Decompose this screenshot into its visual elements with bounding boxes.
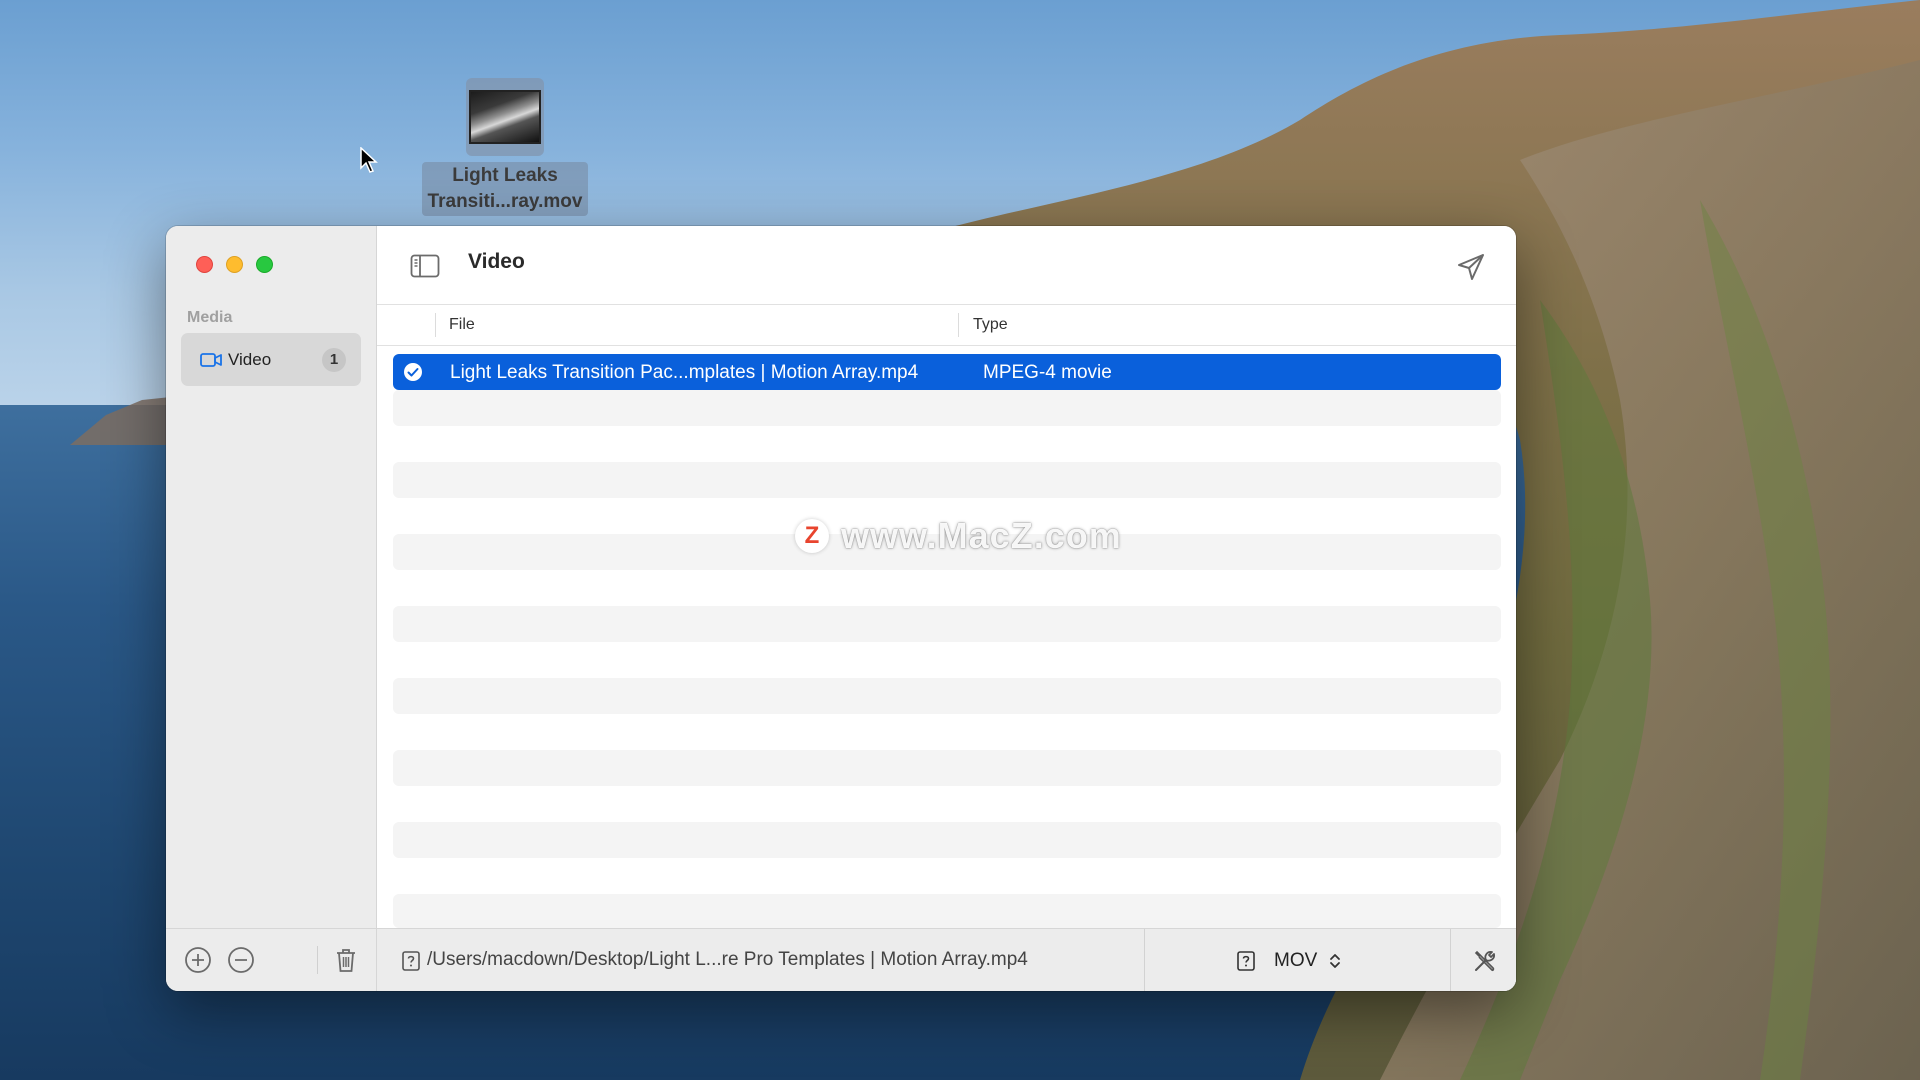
video-thumbnail-icon <box>469 90 541 144</box>
file-thumbnail-frame <box>466 78 544 156</box>
sidebar-item-video[interactable]: Video 1 <box>181 333 361 386</box>
desktop-file-icon[interactable]: Light Leaks Transiti...ray.mov <box>420 78 590 216</box>
up-down-chevron-icon <box>1330 954 1341 968</box>
watermark-logo: Z <box>795 519 829 553</box>
sidebar-section-label: Media <box>187 309 233 326</box>
toolbar: Video <box>377 226 1516 305</box>
table-row[interactable]: Light Leaks Transition Pac...mplates | M… <box>393 354 1501 390</box>
minimize-window-button[interactable] <box>226 256 243 273</box>
file-label-line1: Light Leaks <box>452 165 558 186</box>
maximize-window-button[interactable] <box>256 256 273 273</box>
empty-table-row <box>393 750 1501 786</box>
empty-table-row <box>393 894 1501 928</box>
sidebar: Media Video 1 <box>166 226 377 991</box>
arrow-cursor-icon <box>360 147 378 173</box>
desktop-file-label: Light Leaks Transiti...ray.mov <box>421 162 589 216</box>
empty-table-row <box>393 606 1501 642</box>
sidebar-item-count-badge: 1 <box>322 348 346 372</box>
paper-plane-icon[interactable] <box>1456 252 1486 282</box>
close-window-button[interactable] <box>196 256 213 273</box>
column-header-file[interactable]: File <box>449 316 475 334</box>
empty-table-row <box>393 390 1501 426</box>
unknown-file-icon <box>402 951 420 971</box>
trash-icon[interactable] <box>332 946 360 974</box>
table-header: File Type <box>377 305 1516 346</box>
page-title: Video <box>468 250 525 273</box>
empty-table-row <box>393 678 1501 714</box>
remove-circle-icon[interactable] <box>227 946 255 974</box>
tools-icon[interactable] <box>1472 948 1498 974</box>
desktop: Light Leaks Transiti...ray.mov Media Vid… <box>0 0 1920 1080</box>
sidebar-toggle-icon[interactable] <box>410 254 440 278</box>
status-divider <box>1450 929 1451 991</box>
add-circle-icon[interactable] <box>184 946 212 974</box>
format-select[interactable]: MOV <box>1237 944 1367 978</box>
watermark-text: www.MacZ.com <box>841 515 1122 556</box>
status-divider <box>1144 929 1145 991</box>
checkmark-circle-icon[interactable] <box>403 362 423 382</box>
file-label-line2: Transiti...ray.mov <box>427 191 583 212</box>
app-window: Media Video 1 Video File Type Light Leak… <box>166 226 1516 991</box>
empty-table-row <box>393 822 1501 858</box>
sidebar-item-label: Video <box>228 349 272 369</box>
cell-type: MPEG-4 movie <box>983 362 1112 383</box>
video-camera-icon <box>200 352 222 367</box>
format-select-value: MOV <box>1274 950 1318 971</box>
column-separator <box>435 313 436 337</box>
sidebar-footer <box>166 928 376 991</box>
main-content: Video File Type Light Leaks Transition P… <box>377 226 1516 991</box>
unknown-file-icon <box>1237 951 1255 971</box>
status-bar: /Users/macdown/Desktop/Light L...re Pro … <box>377 928 1516 991</box>
cell-file: Light Leaks Transition Pac...mplates | M… <box>450 362 919 383</box>
empty-table-row <box>393 462 1501 498</box>
watermark: Z www.MacZ.com <box>795 515 1122 557</box>
file-path-label: /Users/macdown/Desktop/Light L...re Pro … <box>427 949 1028 970</box>
footer-divider <box>317 946 318 974</box>
column-header-type[interactable]: Type <box>973 316 1008 334</box>
column-separator <box>958 313 959 337</box>
